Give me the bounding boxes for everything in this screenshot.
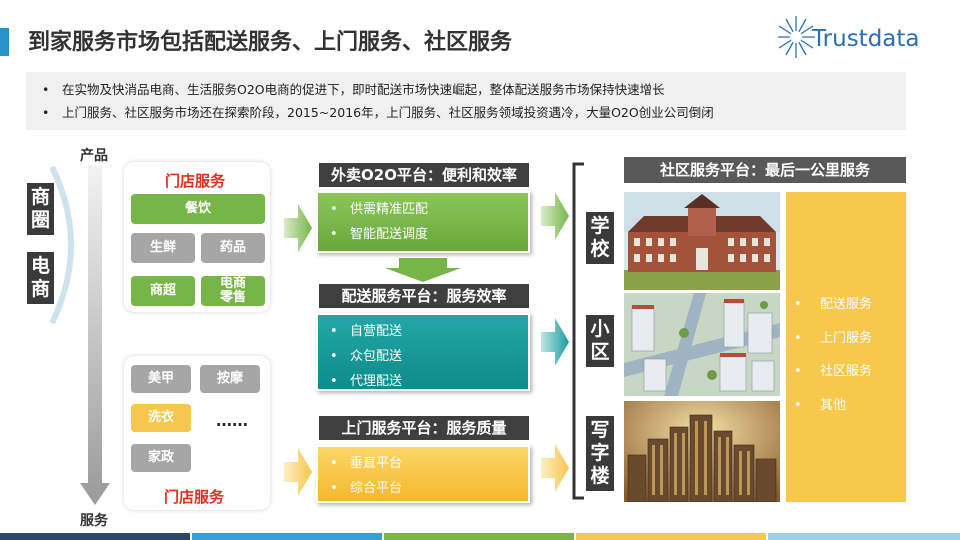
page-title: 到家服务市场包括配送服务、上门服务、社区服务 xyxy=(28,30,513,55)
platform-title-onsite: 上门服务平台：服务质量 xyxy=(319,416,529,440)
platform-title-takeaway: 外卖O2O平台：便利和效率 xyxy=(319,163,529,187)
platform-item: 自营配送 xyxy=(326,319,520,344)
platform-item: 综合平台 xyxy=(326,476,520,501)
arrow-right-icon xyxy=(541,192,569,240)
community-platform-title: 社区服务平台：最后一公里服务 xyxy=(624,157,906,183)
platform-item: 供需精准匹配 xyxy=(326,197,520,222)
title-accent-bar xyxy=(0,28,9,56)
arrow-right-icon xyxy=(541,444,569,492)
footer-bar-segment xyxy=(384,533,574,540)
footer-bar-segment xyxy=(768,533,960,540)
tile-fresh: 生鲜 xyxy=(131,233,195,263)
more-ellipsis: …… xyxy=(216,411,248,430)
platform-item: 众包配送 xyxy=(326,344,520,369)
arrow-down-icon xyxy=(385,258,461,282)
tag-dianshang: 电商 xyxy=(27,252,54,304)
tile-catering: 餐饮 xyxy=(131,194,265,224)
footer-bar-segment xyxy=(576,533,766,540)
arrow-right-icon xyxy=(284,448,312,496)
platform-item: 代理配送 xyxy=(326,369,520,394)
tile-housekeeping: 家政 xyxy=(131,444,191,472)
summary-bullets: 在实物及快消品电商、生活服务O2O电商的促进下，即时配送市场快速崛起，整体配送服… xyxy=(26,72,906,130)
tag-shangquan: 商圈 xyxy=(27,183,54,235)
store-services-card-top: 门店服务 餐饮 生鲜 药品 商超 电商零售 xyxy=(124,162,270,312)
tile-ecommerce-retail: 电商零售 xyxy=(201,276,265,306)
school-image xyxy=(624,192,780,290)
card-title: 门店服务 xyxy=(165,172,226,190)
tag-office-building: 写字楼 xyxy=(586,416,614,491)
office-building-image xyxy=(624,401,780,502)
community-services-panel: 配送服务 上门服务 社区服务 其他 xyxy=(786,192,906,502)
tile-manicure: 美甲 xyxy=(131,365,191,393)
tag-school: 学校 xyxy=(586,212,614,264)
tile-massage: 按摩 xyxy=(200,365,260,393)
platform-title-delivery: 配送服务平台：服务效率 xyxy=(319,284,529,308)
community-service-item: 配送服务 xyxy=(786,288,906,322)
store-services-card-bottom: 美甲 按摩 洗衣 …… 家政 门店服务 xyxy=(124,356,270,510)
arrow-right-icon xyxy=(541,318,569,366)
platform-box-onsite: 垂直平台 综合平台 xyxy=(316,445,530,503)
platform-box-takeaway: 供需精准匹配 智能配送调度 xyxy=(316,191,530,253)
places-bracket xyxy=(572,162,584,500)
platform-item: 智能配送调度 xyxy=(326,222,520,247)
footer-bar-segment xyxy=(0,533,190,540)
community-service-item: 社区服务 xyxy=(786,355,906,389)
card-title: 门店服务 xyxy=(164,488,225,506)
footer-bar-segment xyxy=(192,533,382,540)
platform-box-delivery: 自营配送 众包配送 代理配送 xyxy=(316,313,530,394)
axis-top-label: 产品 xyxy=(80,148,108,164)
residential-community-image xyxy=(624,293,780,396)
side-tag-curve xyxy=(50,165,74,325)
logo-text: Trustdata xyxy=(812,26,920,52)
arrow-right-icon xyxy=(284,204,312,252)
tag-community: 小区 xyxy=(586,315,614,367)
tile-supermarket: 商超 xyxy=(131,276,195,306)
community-service-item: 其他 xyxy=(786,389,906,423)
platform-item: 垂直平台 xyxy=(326,451,520,476)
summary-bullet: 在实物及快消品电商、生活服务O2O电商的促进下，即时配送市场快速崛起，整体配送服… xyxy=(36,78,896,101)
axis-bottom-label: 服务 xyxy=(80,513,108,529)
community-service-item: 上门服务 xyxy=(786,322,906,356)
tile-pharmacy: 药品 xyxy=(201,233,265,263)
summary-bullet: 上门服务、社区服务市场还在探索阶段，2015~2016年，上门服务、社区服务领域… xyxy=(36,101,896,124)
tile-laundry: 洗衣 xyxy=(131,404,191,432)
